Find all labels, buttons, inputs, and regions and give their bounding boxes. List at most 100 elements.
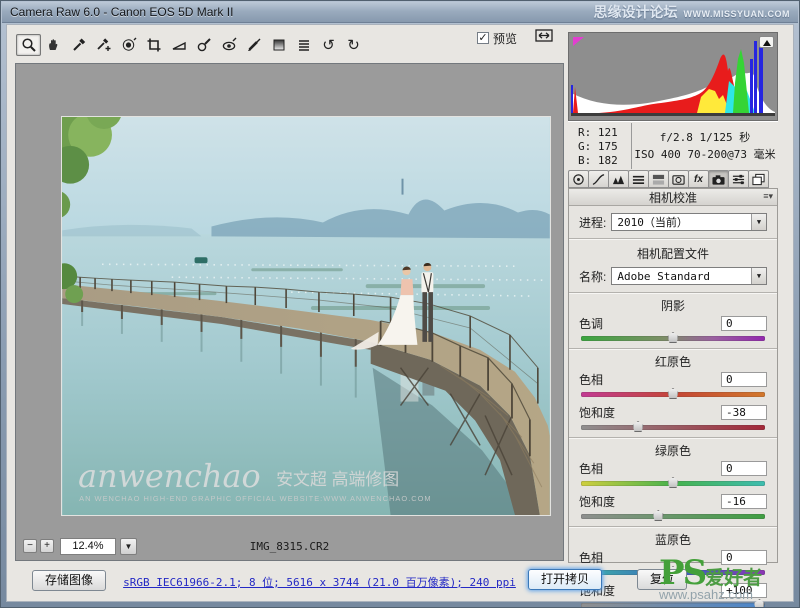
rotate-left-icon[interactable]: ↺ <box>316 34 341 56</box>
slider-label: 色调 <box>579 315 603 332</box>
canvas-status-row: IMG_8315.CR2 − + 12.4% ▼ <box>16 534 563 558</box>
slider-thumb[interactable] <box>668 332 679 343</box>
preview-checkbox[interactable]: ✓ <box>477 32 489 44</box>
slider-track-green-sat[interactable] <box>581 514 765 519</box>
graduated-filter-tool-icon[interactable] <box>266 34 291 56</box>
exposure-info: R: 121 G: 175 B: 182 f/2.8 1/125 秒 ISO 4… <box>568 123 778 169</box>
histogram[interactable] <box>568 32 778 121</box>
photo-watermark-cn: 安文超 高端修图 <box>276 470 399 489</box>
dialog-client-area: ↺ ↻ ✓ 预览 <box>6 24 794 602</box>
red-eye-removal-tool-icon[interactable] <box>216 34 241 56</box>
slider-thumb[interactable] <box>633 421 644 432</box>
crop-tool-icon[interactable] <box>141 34 166 56</box>
title-bar[interactable]: Camera Raw 6.0 - Canon EOS 5D Mark II 思缘… <box>2 2 798 23</box>
hand-tool-icon[interactable] <box>41 34 66 56</box>
profile-name-select[interactable]: Adobe Standard ▼ <box>611 267 767 285</box>
rgb-readout: R: 121 G: 175 B: 182 <box>568 123 632 169</box>
divider <box>569 348 777 350</box>
divider <box>569 437 777 439</box>
site-watermark-url: www.psahz.com <box>659 588 791 601</box>
slider-label: 色相 <box>579 460 603 477</box>
slider-label: 饱和度 <box>579 493 615 510</box>
tab-presets[interactable] <box>728 170 749 188</box>
tab-basic[interactable] <box>568 170 589 188</box>
slider-track-red-sat[interactable] <box>581 425 765 430</box>
tab-effects[interactable]: fx <box>688 170 709 188</box>
save-image-button[interactable]: 存储图像 <box>32 570 106 591</box>
preferences-icon[interactable] <box>291 34 316 56</box>
divider <box>569 238 777 240</box>
targeted-adjustment-tool-icon[interactable] <box>116 34 141 56</box>
fullscreen-toggle-icon[interactable] <box>535 28 553 48</box>
slider-track-tint[interactable] <box>581 336 765 341</box>
site-watermark: PS爱好者 www.psahz.com <box>659 556 791 601</box>
section-heading: 阴影 <box>569 297 777 314</box>
process-version-select[interactable]: 2010（当前） ▼ <box>611 213 767 231</box>
tab-hsl-grayscale[interactable] <box>628 170 649 188</box>
b-value: 182 <box>598 154 618 167</box>
tab-lens-corrections[interactable] <box>668 170 689 188</box>
divider <box>569 526 777 528</box>
divider <box>569 292 777 294</box>
image-canvas[interactable]: anwenchao 安文超 高端修图 AN WENCHAO HIGH-END G… <box>15 63 564 561</box>
right-panel: R: 121 G: 175 B: 182 f/2.8 1/125 秒 ISO 4… <box>567 30 780 564</box>
site-watermark-cn: 爱好者 <box>705 568 762 589</box>
slider-value-box[interactable]: -16 <box>721 494 767 509</box>
title-watermark-url: WWW.MISSYUAN.COM <box>684 9 791 19</box>
camera-raw-window: Camera Raw 6.0 - Canon EOS 5D Mark II 思缘… <box>0 0 800 608</box>
profile-name-value: Adobe Standard <box>617 270 710 283</box>
process-label: 进程: <box>579 214 606 231</box>
slider-value-box[interactable]: -38 <box>721 405 767 420</box>
iso-lens: ISO 400 70-200@73 毫米 <box>632 146 778 163</box>
photo[interactable]: anwenchao 安文超 高端修图 AN WENCHAO HIGH-END G… <box>61 116 551 516</box>
white-balance-tool-icon[interactable] <box>66 34 91 56</box>
slider-value-box[interactable]: 0 <box>721 372 767 387</box>
window-title: Camera Raw 6.0 - Canon EOS 5D Mark II <box>10 5 233 19</box>
g-value: 175 <box>598 140 618 153</box>
aperture-shutter: f/2.8 1/125 秒 <box>632 129 778 146</box>
slider-label: 饱和度 <box>579 404 615 421</box>
process-version-value: 2010（当前） <box>617 214 688 230</box>
slider-thumb[interactable] <box>668 477 679 488</box>
preview-label: 预览 <box>493 30 517 47</box>
slider-track-red-hue[interactable] <box>581 392 765 397</box>
camera-calibration-panel: 相机校准 ≡▾ 进程: 2010（当前） ▼ 相机配置文件 名称: Adobe … <box>568 188 778 563</box>
photo-watermark-sub: AN WENCHAO HIGH-END GRAPHIC OFFICIAL WEB… <box>79 494 432 503</box>
preview-control: ✓ 预览 <box>477 28 553 48</box>
photo-watermark-script: anwenchao <box>78 457 261 495</box>
tab-snapshots[interactable] <box>748 170 769 188</box>
chevron-down-icon[interactable]: ▼ <box>751 214 766 230</box>
title-watermark: 思缘设计论坛 WWW.MISSYUAN.COM <box>594 2 791 22</box>
section-heading: 红原色 <box>569 353 777 370</box>
slider-value-box[interactable]: 0 <box>721 461 767 476</box>
adjustment-brush-tool-icon[interactable] <box>241 34 266 56</box>
workflow-options-link[interactable]: sRGB IEC61966-2.1; 8 位; 5616 x 3744 (21.… <box>117 574 522 590</box>
color-sampler-tool-icon[interactable] <box>91 34 116 56</box>
slider-track-green-hue[interactable] <box>581 481 765 486</box>
tab-split-toning[interactable] <box>648 170 669 188</box>
slider-value-box[interactable]: 0 <box>721 316 767 331</box>
slider-thumb[interactable] <box>653 510 664 521</box>
filename: IMG_8315.CR2 <box>16 540 563 553</box>
footer-bar: 存储图像 sRGB IEC61966-2.1; 8 位; 5616 x 3744… <box>7 561 793 601</box>
highlight-clipping-warning-icon[interactable] <box>759 36 774 48</box>
tab-camera-calibration[interactable] <box>708 170 729 188</box>
zoom-tool-icon[interactable] <box>16 34 41 56</box>
chevron-down-icon[interactable]: ▼ <box>751 268 766 284</box>
tab-detail[interactable] <box>608 170 629 188</box>
section-heading: 绿原色 <box>569 442 777 459</box>
tab-tone-curve[interactable] <box>588 170 609 188</box>
slider-thumb[interactable] <box>668 388 679 399</box>
adjustment-tabs: fx <box>568 170 778 188</box>
panel-title: 相机校准 <box>649 189 697 206</box>
slider-track-blue-sat[interactable] <box>581 603 765 608</box>
shadow-clipping-warning-icon[interactable] <box>573 37 584 46</box>
rotate-right-icon[interactable]: ↻ <box>341 34 366 56</box>
spot-removal-tool-icon[interactable] <box>191 34 216 56</box>
open-copy-button[interactable]: 打开拷贝 <box>528 569 602 590</box>
section-heading: 蓝原色 <box>569 531 777 548</box>
panel-header: 相机校准 ≡▾ <box>569 189 777 206</box>
panel-menu-icon[interactable]: ≡▾ <box>763 191 773 202</box>
title-watermark-text: 思缘设计论坛 <box>594 2 678 22</box>
straighten-tool-icon[interactable] <box>166 34 191 56</box>
